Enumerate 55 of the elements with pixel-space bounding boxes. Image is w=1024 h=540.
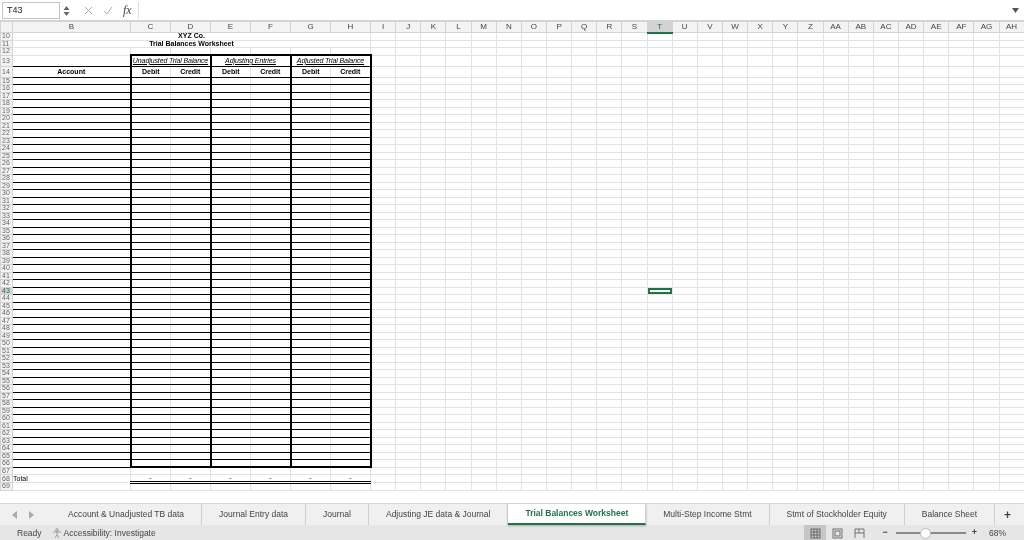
column-header[interactable]: O [521,21,547,33]
column-header[interactable]: E [210,21,251,33]
zoom-in-button[interactable]: + [971,526,977,540]
page-break-icon [853,527,865,539]
function-button[interactable]: fx [123,1,132,19]
column-header[interactable]: Q [571,21,597,33]
column-header[interactable]: C [130,21,171,33]
column-header[interactable]: P [546,21,572,33]
column-header[interactable]: D [170,21,211,33]
column-header[interactable]: N [496,21,522,33]
column-header[interactable]: I [370,21,396,33]
sheet-tab[interactable]: Trial Balances Worksheet [508,504,647,525]
column-header[interactable]: H [330,21,371,33]
column-header[interactable]: M [471,21,497,33]
slider-thumb[interactable] [920,527,932,539]
column-header[interactable]: K [420,21,446,33]
spinner-icon[interactable] [63,5,70,17]
add-sheet-button[interactable]: + [995,504,1021,525]
status-text: Ready [17,526,42,540]
cancel-icon[interactable] [84,6,93,15]
name-box[interactable]: T43 [2,2,60,19]
accessibility-icon[interactable] [51,528,62,538]
column-header[interactable]: F [250,21,291,33]
column-header[interactable]: S [621,21,648,33]
column-header[interactable]: AG [973,21,999,33]
column-header[interactable]: Z [797,21,824,33]
column-header[interactable]: AC [873,21,899,33]
normal-view-button[interactable] [804,525,827,540]
check-icon[interactable] [103,6,113,15]
column-header[interactable]: AE [923,21,949,33]
dropdown-icon[interactable] [1012,8,1019,13]
column-header[interactable]: AF [948,21,974,33]
column-header[interactable]: J [395,21,421,33]
scroll-right-icon[interactable] [29,511,34,519]
scroll-left-icon[interactable] [12,511,17,519]
column-header[interactable]: AD [898,21,924,33]
column-header[interactable]: T [647,21,673,33]
zoom-level[interactable]: 68% [989,526,1006,540]
column-header[interactable]: V [697,21,723,33]
column-header[interactable]: U [672,21,698,33]
active-cell[interactable] [647,287,673,295]
column-header[interactable]: AB [848,21,874,33]
column-header[interactable]: G [290,21,331,33]
page-icon [831,527,843,539]
column-header[interactable]: W [722,21,748,33]
column-header[interactable]: AH [999,21,1024,33]
column-header[interactable]: B [12,21,131,33]
zoom-out-button[interactable]: − [882,526,888,540]
column-header[interactable]: AA [823,21,849,33]
column-header[interactable]: L [445,21,472,33]
column-header[interactable]: Y [772,21,798,33]
accessibility-status[interactable]: Accessibility: Investigate [63,526,156,540]
grid-icon [809,527,821,539]
column-header[interactable]: X [747,21,773,33]
column-header[interactable]: R [596,21,622,33]
